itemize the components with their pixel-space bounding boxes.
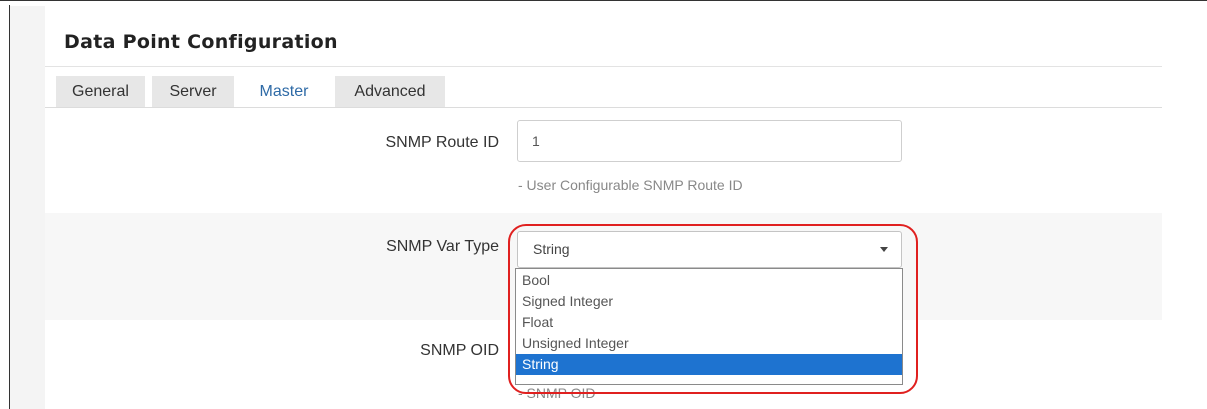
option-float[interactable]: Float bbox=[516, 312, 902, 333]
oid-label: SNMP OID bbox=[420, 342, 499, 359]
option-bool[interactable]: Bool bbox=[516, 270, 902, 291]
tabs-divider bbox=[45, 107, 1162, 108]
tab-server[interactable]: Server bbox=[152, 76, 234, 107]
route-id-input[interactable]: 1 bbox=[517, 120, 902, 162]
tab-advanced[interactable]: Advanced bbox=[335, 76, 445, 107]
var-type-selected-value: String bbox=[533, 241, 570, 257]
page-title: Data Point Configuration bbox=[64, 31, 338, 53]
var-type-select[interactable]: String bbox=[517, 231, 902, 268]
tab-general[interactable]: General bbox=[56, 76, 145, 107]
var-type-dropdown-list: Bool Signed Integer Float Unsigned Integ… bbox=[515, 268, 903, 385]
top-border-line bbox=[0, 0, 1207, 1]
tab-master[interactable]: Master bbox=[241, 76, 327, 107]
option-unsigned-integer[interactable]: Unsigned Integer bbox=[516, 333, 902, 354]
option-signed-integer[interactable]: Signed Integer bbox=[516, 291, 902, 312]
route-id-label: SNMP Route ID bbox=[385, 134, 499, 151]
oid-help: - SNMP OID bbox=[518, 385, 596, 401]
config-panel: Data Point Configuration General Server … bbox=[45, 6, 1162, 409]
chevron-down-icon bbox=[880, 247, 888, 252]
var-type-label: SNMP Var Type bbox=[386, 238, 499, 255]
option-string[interactable]: String bbox=[516, 354, 902, 375]
route-id-help: - User Configurable SNMP Route ID bbox=[518, 177, 743, 193]
title-divider bbox=[45, 66, 1162, 67]
left-gutter bbox=[10, 6, 45, 409]
